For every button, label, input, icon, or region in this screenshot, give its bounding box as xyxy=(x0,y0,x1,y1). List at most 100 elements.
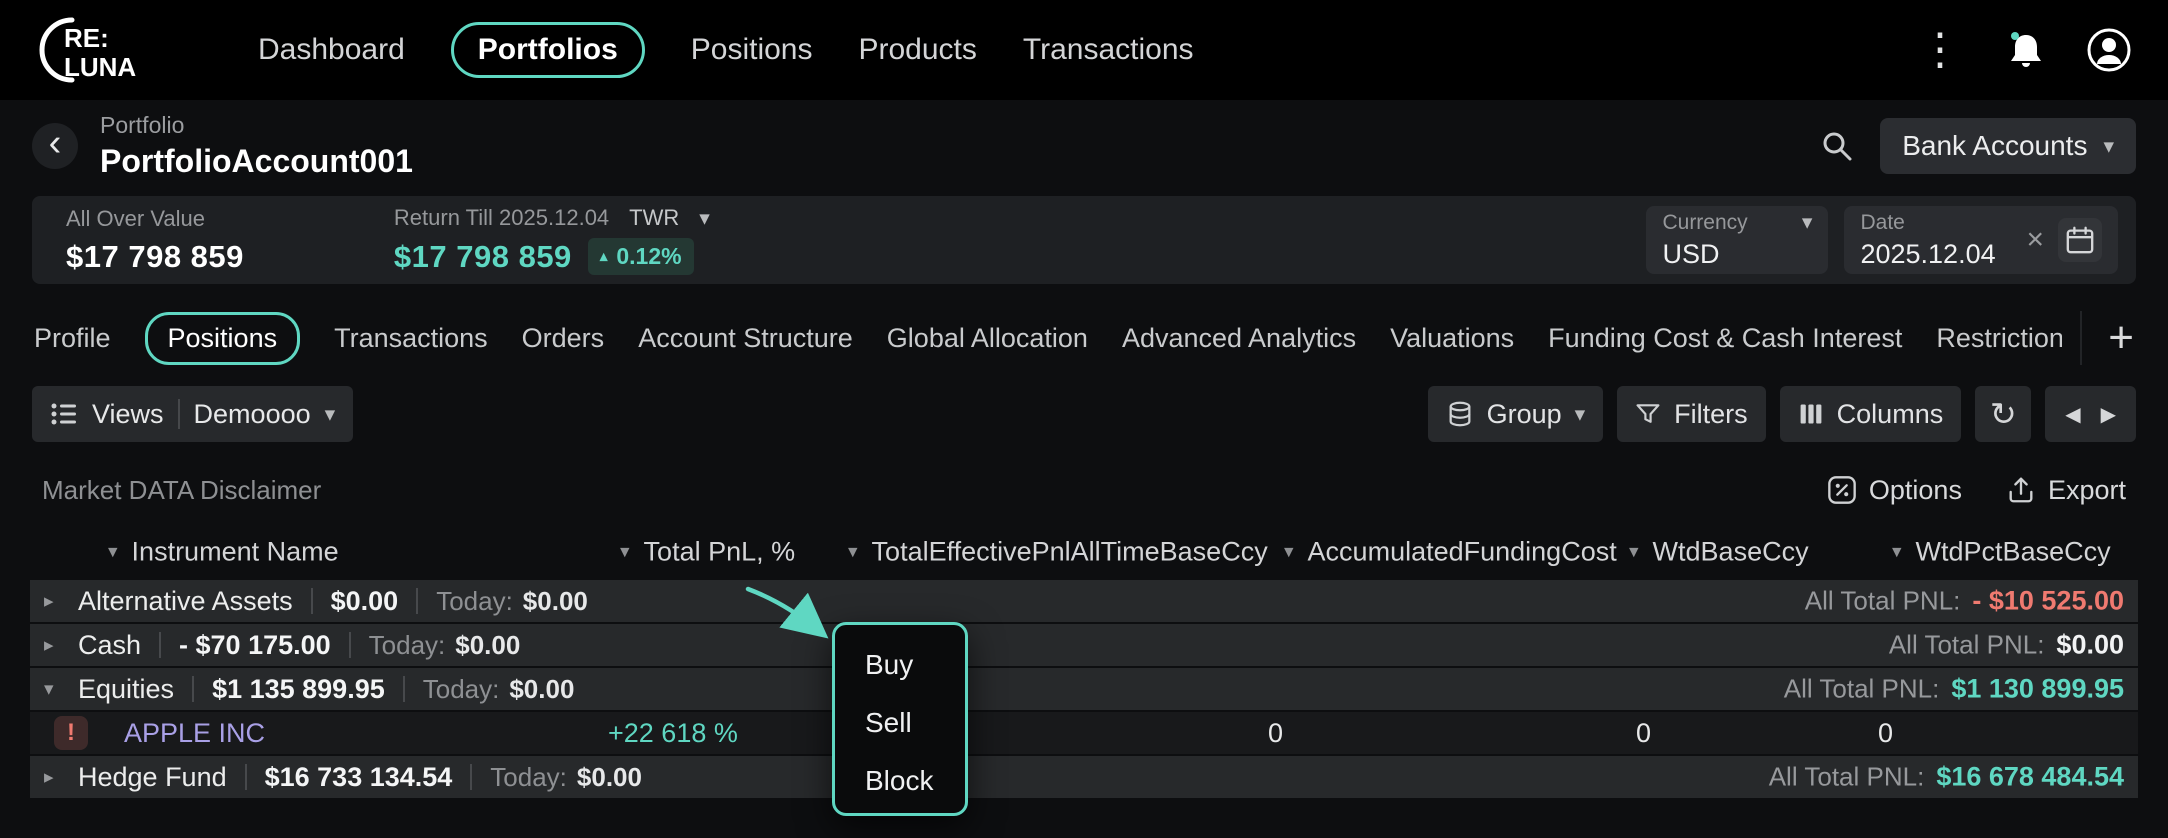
instrument-link[interactable]: APPLE INC xyxy=(124,718,265,749)
column-label: WtdPctBaseCcy xyxy=(1916,537,2111,568)
expand-caret-icon[interactable]: ▸ xyxy=(44,592,74,611)
menu-item-sell[interactable]: Sell xyxy=(865,709,965,737)
calendar-button[interactable] xyxy=(2058,218,2102,262)
collapse-caret-icon[interactable]: ▾ xyxy=(44,680,74,699)
page-prev-icon[interactable]: ◀ xyxy=(2065,402,2080,427)
column-menu-icon[interactable]: ▾ xyxy=(1892,543,1902,562)
search-button[interactable] xyxy=(1812,121,1862,171)
column-label: Instrument Name xyxy=(132,537,339,568)
all-total-pnl-value: $0.00 xyxy=(2056,630,2124,661)
export-label: Export xyxy=(2048,475,2126,506)
today-label: Today: xyxy=(423,674,500,705)
column-header-wtd-base-ccy[interactable]: ▾ WtdBaseCcy xyxy=(1629,537,1809,568)
filters-button[interactable]: Filters xyxy=(1617,386,1766,442)
table-row-hedge-fund[interactable]: ▸ Hedge Fund $16 733 134.54 Today: $0.00… xyxy=(30,756,2138,798)
logo-text-top: RE: xyxy=(64,23,109,53)
user-avatar-button[interactable] xyxy=(2086,27,2132,73)
column-header-accumulated-funding-cost[interactable]: ▾ AccumulatedFundingCost xyxy=(1284,537,1617,568)
nav-item-dashboard[interactable]: Dashboard xyxy=(258,33,405,67)
column-menu-icon[interactable]: ▾ xyxy=(620,543,630,562)
table-row-alternative-assets[interactable]: ▸ Alternative Assets $0.00 Today: $0.00 … xyxy=(30,580,2138,622)
all-total-pnl-value: - $10 525.00 xyxy=(1972,586,2124,617)
column-menu-icon[interactable]: ▾ xyxy=(848,543,858,562)
column-header-instrument-name[interactable]: ▾ Instrument Name xyxy=(108,537,339,568)
tab-transactions[interactable]: Transactions xyxy=(334,323,488,354)
warning-icon[interactable]: ! xyxy=(54,716,88,750)
return-block: Return Till 2025.12.04 TWR ▾ $17 798 859… xyxy=(394,205,710,275)
expand-caret-icon[interactable]: ▸ xyxy=(44,636,74,655)
summary-bar: All Over Value $17 798 859 Return Till 2… xyxy=(32,196,2136,284)
date-picker[interactable]: Date 2025.12.04 × xyxy=(1844,206,2118,274)
tab-funding-cost-cash-interest[interactable]: Funding Cost & Cash Interest xyxy=(1548,323,1902,354)
column-menu-icon[interactable]: ▾ xyxy=(1284,543,1294,562)
tab-global-allocation[interactable]: Global Allocation xyxy=(887,323,1088,354)
notifications-button[interactable] xyxy=(2006,28,2046,72)
menu-item-buy[interactable]: Buy xyxy=(865,651,965,679)
columns-label: Columns xyxy=(1837,399,1944,430)
column-menu-icon[interactable]: ▾ xyxy=(108,543,118,562)
tab-restriction-alerts[interactable]: Restriction Alerts xyxy=(1936,323,2062,354)
calendar-icon xyxy=(2065,225,2095,255)
back-button[interactable]: ‹ xyxy=(32,123,78,169)
tab-orders[interactable]: Orders xyxy=(522,323,605,354)
group-name: Alternative Assets xyxy=(78,586,293,617)
group-total-pnl: All Total PNL: - $10 525.00 xyxy=(1805,586,2124,617)
options-icon xyxy=(1827,475,1857,505)
toolbar-right: Group ▾ Filters Columns ↻ xyxy=(1428,386,2136,442)
table-row-cash[interactable]: ▸ Cash - $70 175.00 Today: $0.00 All Tot… xyxy=(30,624,2138,666)
kebab-menu-icon[interactable]: ⋮ xyxy=(1914,28,1966,72)
expand-caret-icon[interactable]: ▸ xyxy=(44,768,74,787)
options-button[interactable]: Options xyxy=(1827,475,1962,506)
today-value: $0.00 xyxy=(577,762,642,793)
tab-valuations[interactable]: Valuations xyxy=(1390,323,1514,354)
menu-item-block[interactable]: Block xyxy=(865,767,965,795)
group-dropdown[interactable]: Group ▾ xyxy=(1428,386,1604,442)
column-header-wtd-pct-base-ccy[interactable]: ▾ WtdPctBaseCcy xyxy=(1892,537,2111,568)
logo-text-bottom: LUNA xyxy=(64,52,136,82)
today-value: $0.00 xyxy=(455,630,520,661)
pagination-control: ◀ ▶ xyxy=(2045,386,2136,442)
chevron-down-icon: ▾ xyxy=(325,404,336,425)
export-button[interactable]: Export xyxy=(2006,475,2126,506)
currency-label: Currency xyxy=(1662,211,1747,235)
currency-select[interactable]: Currency ▾ USD xyxy=(1646,206,1828,274)
nav-item-portfolios[interactable]: Portfolios xyxy=(451,22,645,78)
all-over-value-label: All Over Value xyxy=(66,206,244,232)
refresh-button[interactable]: ↻ xyxy=(1975,386,2031,442)
table-row-apple-inc[interactable]: ! APPLE INC +22 618 % 0 0 0 xyxy=(30,712,2138,754)
divider xyxy=(416,588,418,614)
nav-item-products[interactable]: Products xyxy=(859,33,977,67)
all-total-pnl-label: All Total PNL: xyxy=(1769,762,1925,793)
tab-advanced-analytics[interactable]: Advanced Analytics xyxy=(1122,323,1356,354)
accumulated-funding-cost-cell: 0 xyxy=(1636,718,1651,749)
column-menu-icon[interactable]: ▾ xyxy=(1629,543,1639,562)
today-label: Today: xyxy=(369,630,446,661)
group-name: Equities xyxy=(78,674,174,705)
summary-filters: Currency ▾ USD Date 2025.12.04 × xyxy=(1646,206,2118,274)
column-label: WtdBaseCcy xyxy=(1653,537,1809,568)
meta-actions: Options Export xyxy=(1827,475,2126,506)
bank-accounts-dropdown[interactable]: Bank Accounts ▾ xyxy=(1880,118,2136,174)
nav-item-positions[interactable]: Positions xyxy=(691,33,813,67)
columns-button[interactable]: Columns xyxy=(1780,386,1962,442)
bank-accounts-label: Bank Accounts xyxy=(1902,130,2087,162)
add-tab-button[interactable]: + xyxy=(2080,311,2134,365)
tab-positions[interactable]: Positions xyxy=(145,312,301,365)
column-header-total-effective-pnl[interactable]: ▾ TotalEffectivePnlAllTimeBaseCcy xyxy=(848,537,1268,568)
nav-item-transactions[interactable]: Transactions xyxy=(1023,33,1194,67)
column-header-total-pnl-pct[interactable]: ▾ Total PnL, % xyxy=(620,537,795,568)
total-effective-pnl-cell: 0 xyxy=(1268,718,1283,749)
page-next-icon[interactable]: ▶ xyxy=(2101,402,2116,427)
clear-date-icon[interactable]: × xyxy=(2026,225,2044,255)
tab-account-structure[interactable]: Account Structure xyxy=(638,323,853,354)
return-label: Return Till 2025.12.04 xyxy=(394,205,609,231)
all-total-pnl-label: All Total PNL: xyxy=(1784,674,1940,705)
table-row-equities[interactable]: ▾ Equities $1 135 899.95 Today: $0.00 Al… xyxy=(30,668,2138,710)
divider xyxy=(470,764,472,790)
chevron-down-icon[interactable]: ▾ xyxy=(699,208,710,229)
reluna-logo[interactable]: RE: LUNA xyxy=(36,14,140,86)
tab-profile[interactable]: Profile xyxy=(34,323,111,354)
views-dropdown[interactable]: Views Demoooo ▾ xyxy=(32,386,353,442)
views-icon xyxy=(50,400,78,428)
views-label: Views xyxy=(92,399,164,430)
